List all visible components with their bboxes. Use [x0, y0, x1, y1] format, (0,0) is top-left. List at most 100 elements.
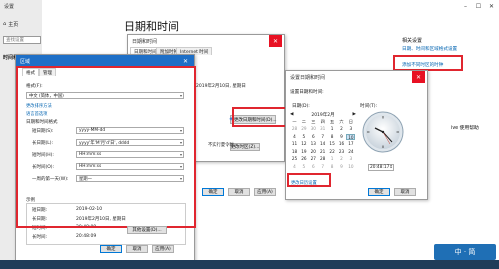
calendar-day[interactable]: 6 [309, 134, 318, 140]
time-label: 时间(T): [360, 104, 378, 109]
datetime-ok-button[interactable]: 确定 [202, 188, 224, 196]
calendar-day[interactable]: 11 [290, 141, 299, 147]
related-link-add-clocks[interactable]: 添加不同时区的时钟 [402, 62, 443, 68]
set-cancel-button[interactable]: 取消 [394, 188, 416, 196]
calendar-day[interactable]: 3 [346, 126, 355, 132]
region-ok-button[interactable]: 确定 [100, 245, 122, 253]
calendar-day[interactable]: 13 [309, 141, 318, 147]
format-field-select[interactable]: yyyy'年'M'月'd'日', dddd ▾ [76, 139, 184, 146]
calendar-day[interactable]: 16 [337, 141, 346, 147]
calendar-day[interactable]: 31 [318, 126, 327, 132]
spinner-icon[interactable]: ⇕ [389, 165, 393, 170]
change-datetime-button[interactable]: ◈ 更改日期和时间(D)... [229, 115, 277, 124]
minimize-icon[interactable]: – [459, 0, 472, 12]
sidebar-home[interactable]: ⌂ 主页 [3, 20, 41, 28]
calendar-day[interactable]: 4 [290, 164, 299, 170]
calendar-day[interactable]: 6 [309, 164, 318, 170]
region-apply-button[interactable]: 应用(A) [152, 245, 174, 253]
close-icon[interactable]: ✕ [269, 35, 282, 47]
related-link-formats[interactable]: 日期、时间和区域格式设置 [402, 46, 457, 52]
calendar-day[interactable]: 7 [318, 134, 327, 140]
tab-format[interactable]: 格式 [22, 68, 39, 76]
calendar-day[interactable]: 5 [299, 164, 308, 170]
settings-app-title: 设置 [4, 4, 15, 10]
calendar-day[interactable]: 15 [328, 141, 337, 147]
calendar-day[interactable]: 17 [346, 141, 355, 147]
close-icon[interactable]: ✕ [485, 0, 498, 12]
format-field-label: 长时间(O): [32, 165, 55, 170]
chevron-down-icon: ▾ [179, 152, 182, 157]
calendar-day[interactable]: 3 [346, 156, 355, 162]
ime-indicator[interactable]: 中 · 简 [434, 244, 496, 260]
example-label: 长日期: [32, 217, 48, 222]
calendar-day[interactable]: 7 [318, 164, 327, 170]
calendar-day[interactable]: 10 [346, 164, 355, 170]
format-field-value: HH:mm:ss [79, 152, 102, 157]
calendar-day[interactable]: 29 [299, 126, 308, 132]
set-ok-button[interactable]: 确定 [368, 188, 390, 196]
examples-box [26, 203, 186, 245]
format-field-select[interactable]: HH:mm:ss ▾ [76, 151, 184, 158]
example-value: 20:48:09 [76, 225, 97, 230]
calendar-day[interactable]: 5 [299, 134, 308, 140]
calendar-day[interactable]: 27 [309, 156, 318, 162]
calendar-day[interactable]: 30 [309, 126, 318, 132]
calendar: ◀ 2019年2月 ▶ 一二三四五六日 28 29 30 31 1 2 3 4 5 6 7 8 9 10 1… [290, 111, 356, 173]
change-calendar-link[interactable]: 更改日历设置 [291, 180, 317, 186]
calendar-day[interactable]: 12 [299, 141, 308, 147]
calendar-weekday: 日 [348, 119, 353, 124]
format-field-label: 长日期(L): [32, 141, 54, 146]
tab-admin[interactable]: 管理 [39, 68, 56, 76]
calendar-day[interactable]: 2 [337, 126, 346, 132]
calendar-day[interactable]: 9 [337, 164, 346, 170]
chevron-left-icon[interactable]: ◀ [290, 112, 293, 117]
set-datetime-controls: ✕ [412, 71, 425, 83]
format-field-select[interactable]: HH:mm:ss ▾ [76, 163, 184, 170]
format-field-select[interactable]: 星期一 ▾ [76, 175, 184, 182]
related-settings-title: 相关设置 [402, 38, 423, 44]
calendar-day[interactable]: 2 [337, 156, 346, 162]
format-field-label: 短日期(S): [32, 129, 54, 134]
format-field-select[interactable]: yyyy-MM-dd ▾ [76, 127, 184, 134]
calendar-month[interactable]: 2019年2月 [311, 112, 334, 118]
sort-method-link[interactable]: 更改排序方法 [26, 103, 52, 109]
calendar-day[interactable]: 24 [346, 149, 355, 155]
calendar-weekday: 四 [320, 119, 325, 124]
close-icon[interactable]: ✕ [179, 55, 192, 67]
calendar-day[interactable]: 4 [290, 134, 299, 140]
calendar-day[interactable]: 18 [290, 149, 299, 155]
datetime-cancel-button[interactable]: 取消 [228, 188, 250, 196]
close-icon[interactable]: ✕ [412, 71, 425, 83]
datetime-apply-button[interactable]: 应用(A) [254, 188, 276, 196]
calendar-day[interactable]: 25 [290, 156, 299, 162]
language-pref-link[interactable]: 语言首选项 [26, 111, 47, 117]
calendar-day[interactable]: 14 [318, 141, 327, 147]
calendar-day[interactable]: 9 [337, 134, 346, 140]
format-select[interactable]: 中文 (简体，中国) ▾ [26, 92, 184, 99]
format-field-label: 短时间(H): [32, 153, 54, 158]
calendar-day[interactable]: 21 [318, 149, 327, 155]
calendar-day[interactable]: 10 [346, 133, 356, 140]
calendar-day[interactable]: 1 [328, 126, 337, 132]
taskbar [0, 260, 499, 269]
date-label: 日期(D): [292, 104, 310, 109]
calendar-day[interactable]: 8 [328, 164, 337, 170]
calendar-header: ◀ 2019年2月 ▶ [290, 111, 356, 118]
calendar-weekday: 二 [301, 119, 306, 124]
calendar-day[interactable]: 1 [328, 156, 337, 162]
region-cancel-button[interactable]: 取消 [126, 245, 148, 253]
calendar-day[interactable]: 8 [328, 134, 337, 140]
chevron-down-icon: ▾ [179, 176, 182, 181]
time-input[interactable]: 20:48:17 ⇕ [368, 164, 394, 171]
maximize-icon[interactable]: ☐ [472, 0, 485, 12]
settings-search-input[interactable]: 查找设置 [3, 36, 41, 44]
calendar-day[interactable]: 23 [337, 149, 346, 155]
calendar-day[interactable]: 26 [299, 156, 308, 162]
other-settings-button[interactable]: 其他设置(D)... [127, 226, 167, 234]
chevron-right-icon[interactable]: ▶ [353, 112, 356, 117]
calendar-day[interactable]: 28 [318, 156, 327, 162]
calendar-day[interactable]: 19 [299, 149, 308, 155]
calendar-day[interactable]: 20 [309, 149, 318, 155]
calendar-day[interactable]: 22 [328, 149, 337, 155]
calendar-day[interactable]: 28 [290, 126, 299, 132]
